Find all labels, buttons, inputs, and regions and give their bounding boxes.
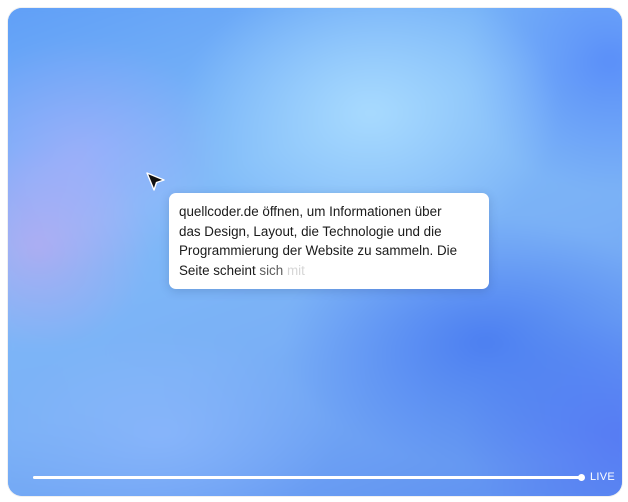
live-indicator: LIVE: [590, 471, 616, 483]
caption-text-fading: mit: [283, 262, 305, 278]
caption-line: Programmierung der Website zu sammeln. D…: [179, 243, 458, 258]
progress-bar[interactable]: [33, 474, 585, 481]
caption-text: Seite scheint: [179, 262, 260, 278]
caption-line: das Design, Layout, die Technologie und …: [179, 223, 442, 239]
progress-handle[interactable]: [577, 474, 585, 481]
caption-text-fading: sich: [259, 262, 284, 278]
caption-line: quellcoder.de öffnen, um Informationen ü…: [179, 204, 442, 219]
caption-line: Seite scheint sich mit: [179, 261, 477, 281]
progress-fill: [33, 476, 581, 479]
caption-box: quellcoder.de öffnen, um Informationen ü…: [169, 193, 489, 289]
mouse-pointer-icon: [146, 172, 165, 191]
video-player[interactable]: quellcoder.de öffnen, um Informationen ü…: [8, 8, 622, 496]
